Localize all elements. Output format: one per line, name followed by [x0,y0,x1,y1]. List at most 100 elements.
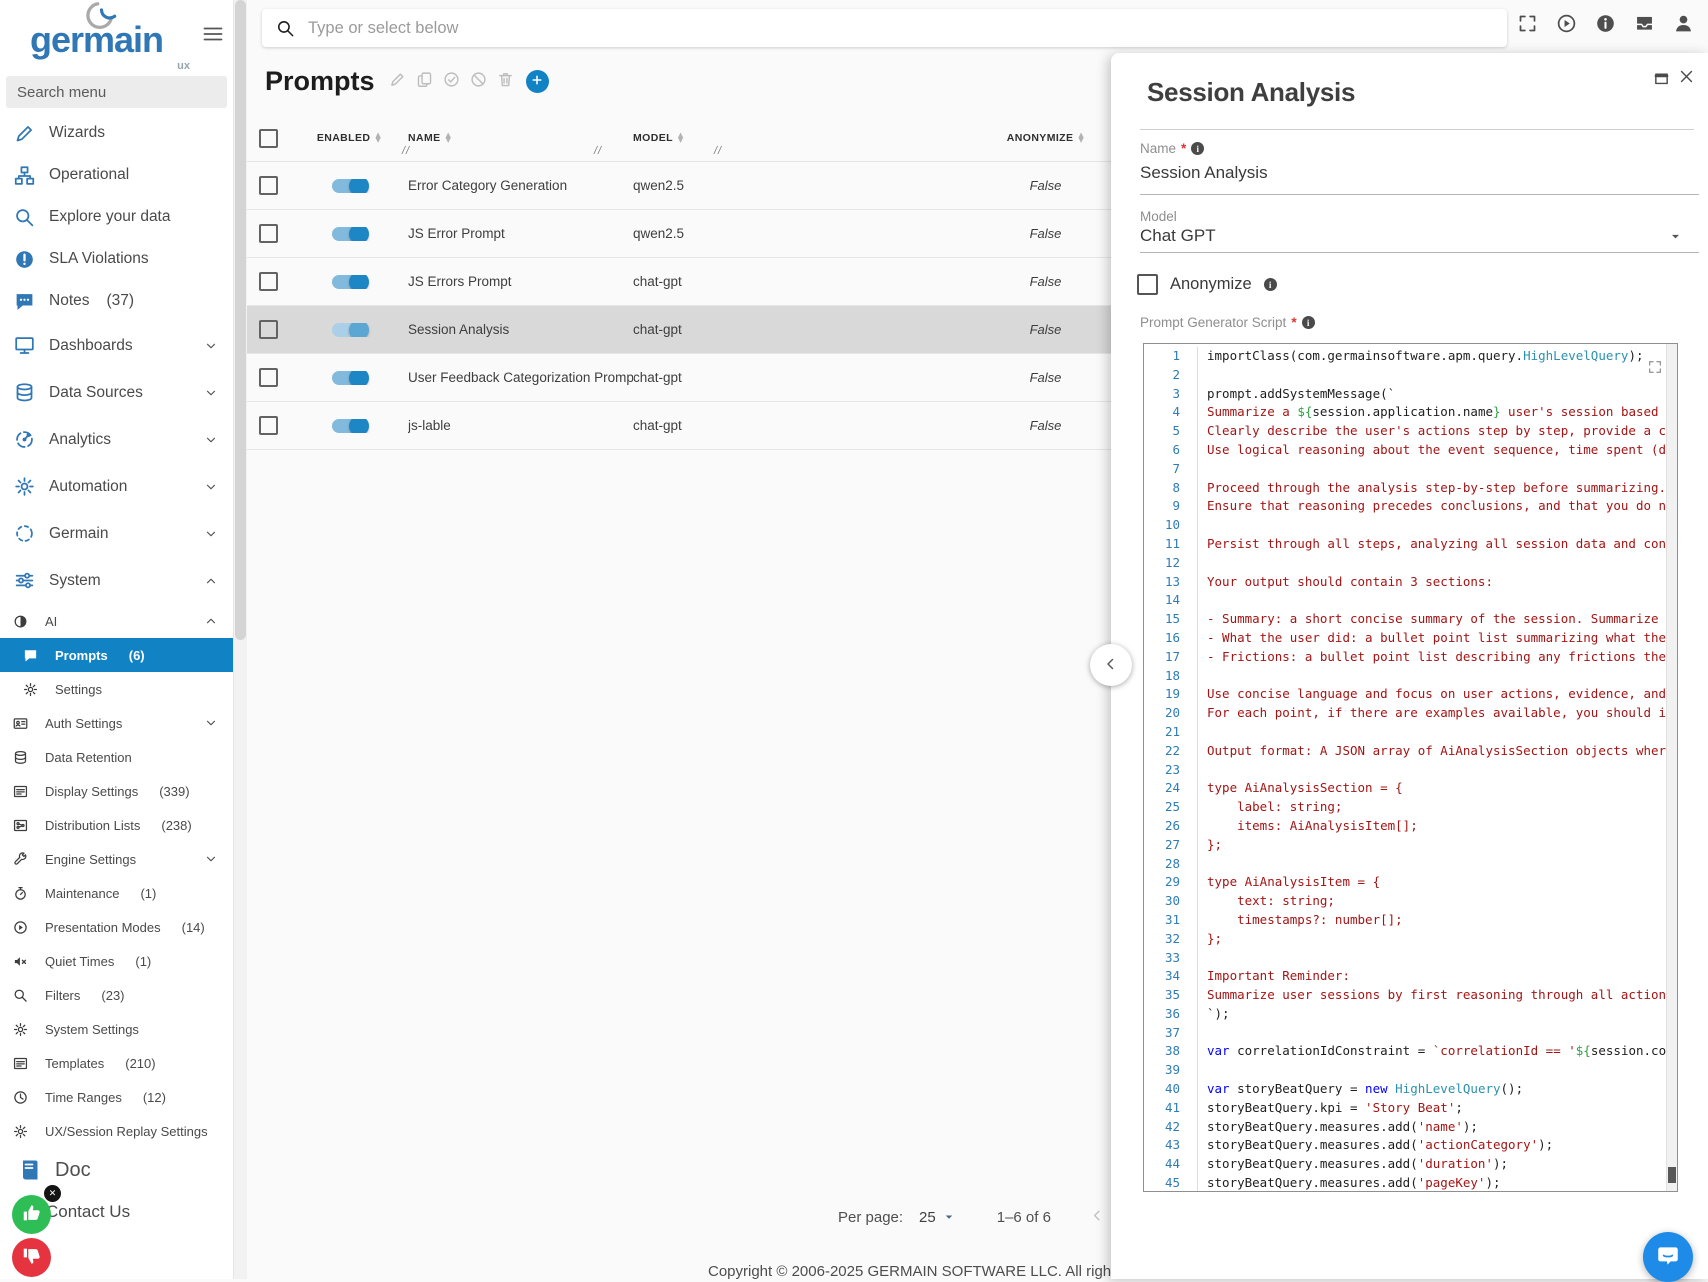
scrollbar-thumb[interactable] [235,0,246,640]
info-circle-button[interactable] [1594,14,1616,36]
code-line[interactable]: 5Clearly describe the user's actions ste… [1144,422,1667,441]
sidebar-item-ux-session-replay-settings[interactable]: UX/Session Replay Settings [0,1114,234,1148]
code-line[interactable]: 15- Summary: a short concise summary of … [1144,610,1667,629]
copy-button[interactable] [414,70,436,92]
enabled-toggle[interactable] [332,275,366,289]
code-line[interactable]: 36`); [1144,1005,1667,1024]
sidebar-item-auth-settings[interactable]: Auth Settings [0,706,234,740]
sidebar-item-analytics[interactable]: Analytics [0,416,234,463]
code-line[interactable]: 24type AiAnalysisSection = { [1144,779,1667,798]
sidebar-item-system[interactable]: System [0,557,234,604]
feedback-thumbs-up-button[interactable] [12,1195,51,1234]
code-line[interactable]: 6Use logical reasoning about the event s… [1144,441,1667,460]
code-line[interactable]: 21 [1144,723,1667,742]
code-line[interactable]: 14 [1144,591,1667,610]
column-header-name[interactable]: NAME▲▼ [408,132,633,144]
code-line[interactable]: 7 [1144,460,1667,479]
feedback-thumbs-down-button[interactable] [12,1238,51,1277]
sidebar-item-settings[interactable]: Settings [0,672,234,706]
code-line[interactable]: 22Output format: A JSON array of AiAnaly… [1144,742,1667,761]
feedback-dismiss-button[interactable] [44,1185,61,1202]
code-line[interactable]: 39 [1144,1061,1667,1080]
code-line[interactable]: 10 [1144,516,1667,535]
sidebar-item-time-ranges[interactable]: Time Ranges(12) [0,1080,234,1114]
sidebar-item-maintenance[interactable]: Maintenance(1) [0,876,234,910]
sort-icon[interactable]: ▲▼ [1078,133,1084,143]
sidebar-item-presentation-modes[interactable]: Presentation Modes(14) [0,910,234,944]
sidebar-item-notes[interactable]: Notes(37) [0,280,234,322]
panel-close-button[interactable] [1678,68,1695,88]
play-circle-button[interactable] [1555,14,1577,36]
code-line[interactable]: 27}; [1144,836,1667,855]
sidebar-search-input[interactable] [6,76,227,108]
row-checkbox[interactable] [259,272,278,291]
ban-button[interactable] [468,70,490,92]
sidebar-item-distribution-lists[interactable]: Distribution Lists(238) [0,808,234,842]
sidebar-item-wizards[interactable]: Wizards [0,112,234,154]
sort-icon[interactable]: ▲▼ [446,133,452,143]
code-line[interactable]: 19Use concise language and focus on user… [1144,685,1667,704]
sidebar-item-system-settings[interactable]: System Settings [0,1012,234,1046]
prompt-generator-script-editor[interactable]: 1importClass(com.germainsoftware.apm.que… [1143,343,1678,1192]
code-line[interactable]: 13Your output should contain 3 sections: [1144,573,1667,592]
anonymize-checkbox[interactable] [1137,274,1158,295]
code-line[interactable]: 18 [1144,667,1667,686]
code-line[interactable]: 45storyBeatQuery.measures.add('pageKey')… [1144,1174,1667,1191]
row-checkbox[interactable] [259,368,278,387]
code-line[interactable]: 26 items: AiAnalysisItem[]; [1144,817,1667,836]
sidebar-item-data-retention[interactable]: Data Retention [0,740,234,774]
sidebar-item-display-settings[interactable]: Display Settings(339) [0,774,234,808]
inbox-button[interactable] [1633,14,1655,36]
sidebar-item-automation[interactable]: Automation [0,463,234,510]
code-line[interactable]: 35Summarize user sessions by first reaso… [1144,986,1667,1005]
enabled-toggle[interactable] [332,227,366,241]
select-all-checkbox[interactable] [259,129,278,148]
name-field-value[interactable]: Session Analysis [1140,163,1268,183]
editor-scrollbar[interactable] [1666,344,1677,1191]
row-checkbox[interactable] [259,320,278,339]
code-line[interactable]: 40var storyBeatQuery = new HighLevelQuer… [1144,1080,1667,1099]
sidebar-item-templates[interactable]: Templates(210) [0,1046,234,1080]
sidebar-item-filters[interactable]: Filters(23) [0,978,234,1012]
pencil-button[interactable] [387,70,409,92]
brand-logo[interactable]: germain ux [30,8,180,66]
code-line[interactable]: 9Ensure that reasoning precedes conclusi… [1144,497,1667,516]
enabled-toggle[interactable] [332,323,366,337]
editor-expand-button[interactable] [1647,359,1663,378]
code-line[interactable]: 38var correlationIdConstraint = `correla… [1144,1042,1667,1061]
global-search-input[interactable] [306,18,1493,39]
column-resize-handle[interactable]: // [714,145,722,157]
hamburger-menu-button[interactable] [201,22,225,49]
fullscreen-button[interactable] [1516,14,1538,36]
code-line[interactable]: 25 label: string; [1144,798,1667,817]
code-line[interactable]: 31 timestamps?: number[]; [1144,911,1667,930]
per-page-select[interactable]: 25 [919,1209,955,1226]
code-line[interactable]: 43storyBeatQuery.measures.add('actionCat… [1144,1136,1667,1155]
sidebar-item-quiet-times[interactable]: Quiet Times(1) [0,944,234,978]
enabled-toggle[interactable] [332,371,366,385]
panel-restore-button[interactable] [1653,70,1670,90]
sort-icon[interactable]: ▲▼ [375,133,381,143]
code-line[interactable]: 12 [1144,554,1667,573]
sidebar-item-prompts[interactable]: Prompts(6) [0,638,234,672]
previous-page-button[interactable] [1089,1207,1106,1227]
check-circle-button[interactable] [441,70,463,92]
panel-collapse-button[interactable] [1090,644,1132,686]
sidebar-item-dashboards[interactable]: Dashboards [0,322,234,369]
sidebar-item-sla-violations[interactable]: SLA Violations [0,238,234,280]
code-line[interactable]: 20For each point, if there are examples … [1144,704,1667,723]
code-line[interactable]: 2 [1144,366,1667,385]
code-line[interactable]: 33 [1144,949,1667,968]
code-line[interactable]: 1importClass(com.germainsoftware.apm.que… [1144,347,1667,366]
code-line[interactable]: 37 [1144,1024,1667,1043]
code-line[interactable]: 23 [1144,761,1667,780]
trash-button[interactable] [495,70,517,92]
add-prompt-button[interactable] [526,70,549,93]
code-line[interactable]: 16- What the user did: a bullet point li… [1144,629,1667,648]
sidebar-item-data-sources[interactable]: Data Sources [0,369,234,416]
column-resize-handle[interactable]: // [402,145,410,157]
enabled-toggle[interactable] [332,179,366,193]
sidebar-item-operational[interactable]: Operational [0,154,234,196]
sidebar-scrollbar[interactable] [233,0,247,1279]
code-line[interactable]: 8Proceed through the analysis step-by-st… [1144,479,1667,498]
